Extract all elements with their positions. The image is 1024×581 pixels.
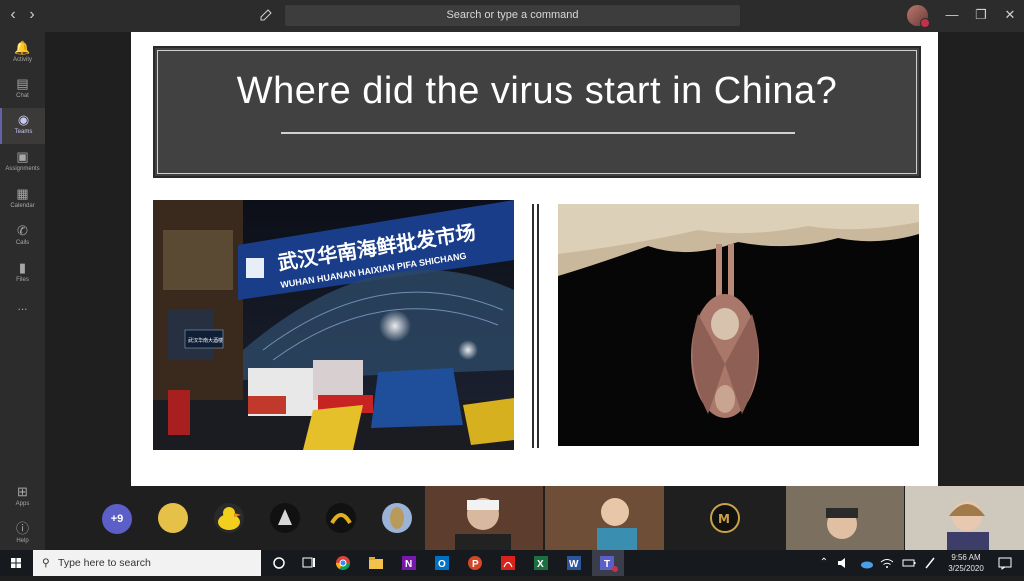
battery-icon[interactable]: [900, 554, 918, 572]
help-icon: ⓘ: [15, 521, 29, 536]
rail-label: Activity: [12, 57, 32, 63]
slide-title-box: Where did the virus start in China?: [153, 46, 921, 178]
participant-video-tile[interactable]: [545, 486, 664, 550]
more-icon: ...: [17, 299, 28, 313]
rail-item-calls[interactable]: ✆ Calls: [0, 219, 45, 255]
market-photo: 武汉华南海鲜批发市场 WUHAN HUANAN HAIXIAN PIFA SHI…: [153, 200, 514, 450]
rail-item-calendar[interactable]: ▦ Calendar: [0, 182, 45, 218]
more-participants-badge[interactable]: +9: [102, 504, 132, 534]
task-view-icon[interactable]: [300, 554, 318, 572]
svg-text:P: P: [472, 559, 479, 570]
powerpoint-icon[interactable]: P: [466, 554, 484, 572]
clock-time[interactable]: 9:56 AM: [942, 553, 990, 563]
outlook-icon[interactable]: O: [433, 554, 451, 572]
rail-item-more[interactable]: ...: [0, 298, 45, 318]
profile-avatar[interactable]: [907, 5, 930, 28]
rail-item-assignments[interactable]: ▣ Assignments: [0, 145, 45, 181]
participant-avatar[interactable]: [158, 503, 188, 533]
participant-video-tile[interactable]: [786, 486, 904, 550]
svg-text:M: M: [718, 512, 730, 526]
svg-text:T: T: [604, 559, 610, 570]
rail-item-files[interactable]: ▮ Files: [0, 256, 45, 292]
participant-avatar[interactable]: [326, 503, 356, 533]
rail-label: Assignments: [5, 166, 40, 172]
forward-icon[interactable]: ›: [23, 6, 41, 24]
taskbar-search-placeholder: Type here to search: [58, 557, 151, 569]
title-bar: ‹ › Search or type a command — ❐ ✕: [0, 0, 1024, 32]
svg-text:N: N: [405, 559, 412, 570]
chat-icon: ▤: [16, 76, 29, 91]
rail-label: Help: [16, 538, 29, 544]
teams-taskbar-icon[interactable]: T: [592, 550, 624, 576]
status-dot: [920, 18, 930, 28]
windows-taskbar: ⚲ Type here to search N O P X W T ⌃ 9:56 …: [0, 550, 1024, 576]
file-explorer-icon[interactable]: [367, 554, 385, 572]
shared-slide: Where did the virus start in China? 武汉华南…: [131, 32, 938, 486]
title-underline: [281, 132, 795, 134]
app-rail: 🔔 Activity ▤ Chat ◉ Teams ▣ Assignments …: [0, 32, 45, 550]
apps-icon: ⊞: [17, 484, 28, 499]
bell-icon: 🔔: [14, 40, 31, 55]
participant-video-tile[interactable]: M: [665, 486, 784, 550]
acrobat-icon[interactable]: [499, 554, 517, 572]
clock-date[interactable]: 3/25/2020: [942, 564, 990, 574]
participant-avatar[interactable]: [270, 503, 300, 533]
start-button[interactable]: [0, 550, 32, 576]
close-icon[interactable]: ✕: [999, 5, 1021, 25]
files-icon: ▮: [18, 260, 27, 275]
onedrive-icon[interactable]: [857, 554, 875, 572]
compose-icon[interactable]: [257, 7, 275, 25]
cortana-icon[interactable]: [270, 554, 288, 572]
volume-icon[interactable]: [835, 554, 853, 572]
rail-label: Teams: [14, 129, 33, 135]
pen-icon[interactable]: [922, 554, 940, 572]
minimize-icon[interactable]: —: [941, 5, 963, 25]
command-search-input[interactable]: Search or type a command: [285, 5, 740, 26]
taskbar-search-box[interactable]: ⚲ Type here to search: [33, 550, 261, 576]
rail-label: Calls: [15, 240, 30, 246]
restore-icon[interactable]: ❐: [970, 5, 992, 25]
rail-item-apps[interactable]: ⊞ Apps: [0, 480, 45, 516]
onenote-icon[interactable]: N: [400, 554, 418, 572]
slide-divider: [532, 204, 534, 448]
rail-label: Chat: [16, 93, 29, 99]
participant-video-tile[interactable]: [425, 486, 543, 550]
rail-label: Apps: [15, 501, 30, 507]
notifications-icon[interactable]: [996, 554, 1014, 572]
teams-icon: ◉: [17, 112, 30, 127]
participant-video-tile[interactable]: [905, 486, 1024, 550]
rail-item-chat[interactable]: ▤ Chat: [0, 72, 45, 108]
show-hidden-icons-icon[interactable]: ⌃: [815, 554, 833, 572]
rail-label: Files: [16, 277, 29, 283]
wifi-icon[interactable]: [878, 554, 896, 572]
back-icon[interactable]: ‹: [4, 6, 22, 24]
svg-text:W: W: [569, 559, 579, 570]
search-icon: ⚲: [42, 557, 50, 569]
svg-text:O: O: [438, 559, 446, 570]
chrome-icon[interactable]: [334, 554, 352, 572]
participant-avatar[interactable]: [382, 503, 412, 533]
word-icon[interactable]: W: [565, 554, 583, 572]
small-sign: 武汉华南大酒楼: [188, 337, 223, 344]
svg-text:X: X: [537, 559, 544, 570]
windows-icon: [11, 558, 21, 568]
rail-item-help[interactable]: ⓘ Help: [0, 517, 45, 553]
rail-item-teams[interactable]: ◉ Teams: [0, 108, 45, 144]
assignments-icon: ▣: [16, 149, 29, 164]
rail-label: Calendar: [10, 203, 35, 209]
bat-photo: [558, 204, 919, 446]
rail-item-activity[interactable]: 🔔 Activity: [0, 36, 45, 72]
excel-icon[interactable]: X: [532, 554, 550, 572]
slide-divider: [537, 204, 539, 448]
slide-title: Where did the virus start in China?: [236, 70, 838, 112]
calendar-icon: ▦: [16, 186, 29, 201]
phone-icon: ✆: [17, 223, 28, 238]
participant-avatar[interactable]: [214, 503, 244, 533]
